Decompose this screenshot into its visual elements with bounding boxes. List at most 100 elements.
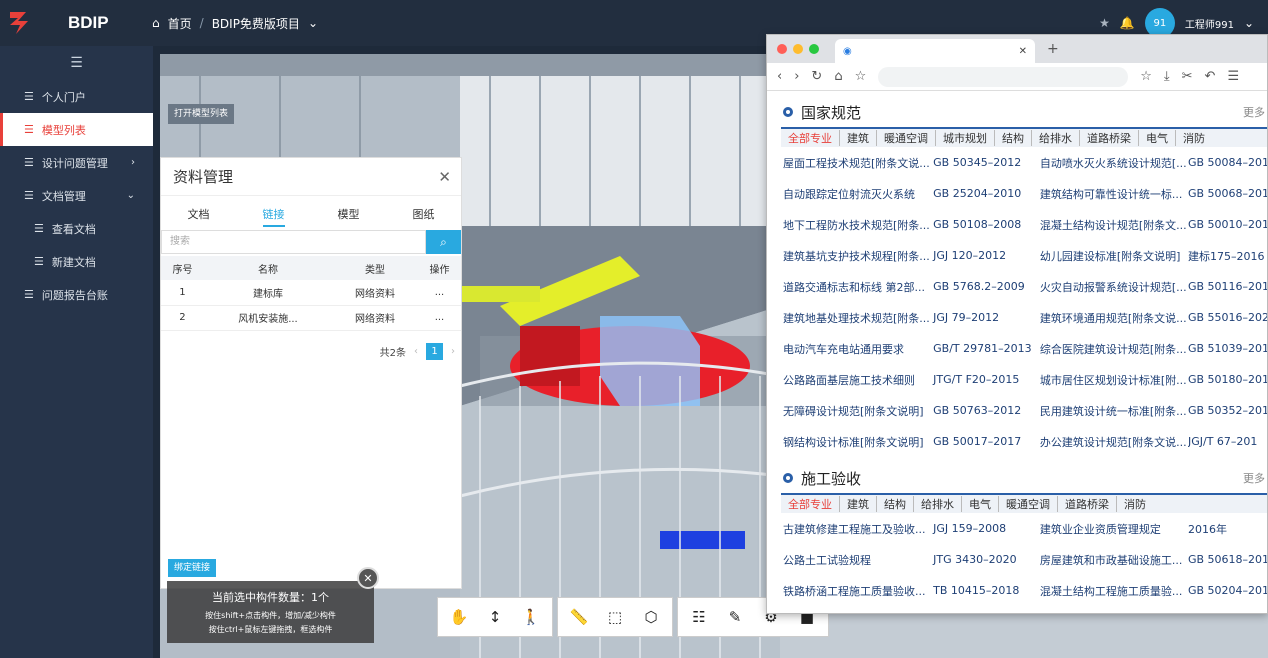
standard-code[interactable]: JTG 3430–2020: [931, 553, 1040, 566]
table-row[interactable]: 1 建标库 网络资料 ...: [161, 280, 461, 306]
user-name[interactable]: 工程师991: [1185, 16, 1234, 31]
standard-code[interactable]: 2016年: [1188, 521, 1267, 537]
window-minimize-icon[interactable]: [793, 44, 803, 54]
window-close-icon[interactable]: [777, 44, 787, 54]
breadcrumb-home[interactable]: 首页: [168, 15, 192, 32]
page-number[interactable]: 1: [426, 342, 443, 360]
standard-name-link[interactable]: 电动汽车充电站通用要求: [783, 341, 931, 357]
standard-name-link[interactable]: 铁路桥涵工程施工质量验收...: [783, 583, 931, 599]
standard-name-link[interactable]: 城市居住区规划设计标准[附...: [1040, 372, 1188, 388]
menu-toggle-icon[interactable]: ☰: [0, 46, 153, 80]
category-tab[interactable]: 消防: [1176, 130, 1212, 146]
standard-name-link[interactable]: 建筑结构可靠性设计统一标...: [1040, 186, 1188, 202]
standard-name-link[interactable]: 建筑环境通用规范[附条文说...: [1040, 310, 1188, 326]
standard-name-link[interactable]: 地下工程防水技术规范[附条...: [783, 217, 931, 233]
standard-code[interactable]: GB/T 29781–2013: [931, 342, 1040, 355]
standard-name-link[interactable]: 建筑地基处理技术规范[附条...: [783, 310, 931, 326]
standard-name-link[interactable]: 民用建筑设计统一标准[附条...: [1040, 403, 1188, 419]
table-row[interactable]: 2 风机安装施... 网络资料 ...: [161, 305, 461, 331]
standard-code[interactable]: GB 50763–2012: [931, 404, 1040, 417]
row-actions[interactable]: ...: [417, 280, 461, 306]
standard-code[interactable]: GB 50010–201: [1188, 218, 1267, 231]
standard-code[interactable]: GB 50345–2012: [931, 156, 1040, 169]
open-model-list-button[interactable]: 打开模型列表: [168, 104, 235, 124]
close-icon[interactable]: ✕: [438, 168, 451, 186]
category-tab[interactable]: 道路桥梁: [1058, 496, 1117, 512]
standard-name-link[interactable]: 自动喷水灭火系统设计规范[...: [1040, 155, 1188, 171]
undo-icon[interactable]: ↶: [1205, 69, 1216, 84]
forward-icon[interactable]: ›: [794, 69, 799, 84]
standard-code[interactable]: GB 55016–202: [1188, 311, 1267, 324]
category-tab[interactable]: 电气: [1139, 130, 1176, 146]
menu-icon[interactable]: ☰: [1227, 69, 1239, 84]
app-logo[interactable]: [0, 0, 40, 46]
sidebar-item-portal[interactable]: ☰ 个人门户: [0, 80, 153, 113]
walk-person-icon[interactable]: 🚶: [516, 602, 546, 632]
back-icon[interactable]: ‹: [777, 69, 782, 84]
sidebar-item-design-issues[interactable]: ☰ 设计问题管理 ›: [0, 146, 153, 179]
measure-ruler-icon[interactable]: 📏: [564, 602, 594, 632]
category-tab[interactable]: 全部专业: [781, 130, 840, 146]
download-icon[interactable]: ⤓: [1164, 69, 1170, 84]
browser-tab[interactable]: ◉ ✕: [835, 39, 1035, 63]
sidebar-item-new-doc[interactable]: ☰ 新建文档: [0, 245, 153, 278]
standard-code[interactable]: GB 50180–201: [1188, 373, 1267, 386]
sidebar-item-view-docs[interactable]: ☰ 查看文档: [0, 212, 153, 245]
standard-code[interactable]: 建标175–2016: [1188, 248, 1267, 264]
standard-code[interactable]: TB 10415–2018: [931, 584, 1040, 597]
standard-code[interactable]: GB 50084–201: [1188, 156, 1267, 169]
home-icon[interactable]: ⌂: [834, 69, 842, 84]
standard-code[interactable]: JTG/T F20–2015: [931, 373, 1040, 386]
standard-name-link[interactable]: 自动跟踪定位射流灭火系统: [783, 186, 931, 202]
standard-code[interactable]: JGJ 120–2012: [931, 249, 1040, 262]
reload-icon[interactable]: ↻: [811, 69, 822, 84]
category-tab[interactable]: 消防: [1117, 496, 1153, 512]
sidebar-item-documents[interactable]: ☰ 文档管理 ⌄: [0, 179, 153, 212]
bind-link-button[interactable]: 绑定链接: [168, 559, 217, 577]
standard-name-link[interactable]: 建筑业企业资质管理规定: [1040, 521, 1188, 537]
standard-name-link[interactable]: 公路土工试验规程: [783, 552, 931, 568]
new-tab-icon[interactable]: +: [1047, 41, 1059, 57]
standard-code[interactable]: GB 50352–201: [1188, 404, 1267, 417]
home-icon[interactable]: ⌂: [152, 16, 160, 30]
bell-icon[interactable]: 🔔: [1120, 16, 1135, 30]
address-bar[interactable]: [878, 66, 1129, 87]
category-tab[interactable]: 暖通空调: [999, 496, 1058, 512]
category-tab[interactable]: 暖通空调: [877, 130, 936, 146]
standard-name-link[interactable]: 房屋建筑和市政基础设施工...: [1040, 552, 1188, 568]
category-tab[interactable]: 全部专业: [781, 496, 840, 512]
standard-code[interactable]: JGJ/T 67–201: [1188, 435, 1267, 448]
standard-name-link[interactable]: 综合医院建筑设计规范[附条...: [1040, 341, 1188, 357]
standard-name-link[interactable]: 幼儿园建设标准[附条文说明]: [1040, 248, 1188, 264]
properties-icon[interactable]: ✎: [720, 602, 750, 632]
close-tab-icon[interactable]: ✕: [1019, 46, 1027, 57]
category-tab[interactable]: 结构: [877, 496, 914, 512]
standard-code[interactable]: GB 25204–2010: [931, 187, 1040, 200]
category-tab[interactable]: 电气: [962, 496, 999, 512]
project-selector[interactable]: BDIP免费版项目: [212, 15, 300, 32]
standard-code[interactable]: GB 50017–2017: [931, 435, 1040, 448]
category-tab[interactable]: 给排水: [1032, 130, 1080, 146]
standard-code[interactable]: GB 5768.2–2009: [931, 280, 1040, 293]
tab-links[interactable]: 链接: [236, 200, 311, 230]
bookmark-star-icon[interactable]: ☆: [855, 69, 867, 84]
cut-icon[interactable]: ✂: [1182, 69, 1193, 84]
standard-code[interactable]: JGJ 159–2008: [931, 522, 1040, 535]
window-maximize-icon[interactable]: [809, 44, 819, 54]
standard-name-link[interactable]: 火灾自动报警系统设计规范[...: [1040, 279, 1188, 295]
cube-view-icon[interactable]: ⬡: [636, 602, 666, 632]
search-input[interactable]: 搜索: [161, 230, 426, 254]
standard-name-link[interactable]: 混凝土结构工程施工质量验...: [1040, 583, 1188, 599]
search-button[interactable]: ⌕: [426, 230, 461, 254]
star-icon[interactable]: ★: [1099, 16, 1110, 30]
category-tab[interactable]: 建筑: [840, 130, 877, 146]
zoom-arrows-icon[interactable]: ↕: [480, 602, 510, 632]
category-tab[interactable]: 建筑: [840, 496, 877, 512]
standard-name-link[interactable]: 道路交通标志和标线 第2部...: [783, 279, 931, 295]
close-icon[interactable]: ✕: [357, 567, 379, 589]
more-link[interactable]: 更多: [1243, 470, 1265, 486]
standard-name-link[interactable]: 钢结构设计标准[附条文说明]: [783, 434, 931, 450]
standard-name-link[interactable]: 公路路面基层施工技术细则: [783, 372, 931, 388]
sidebar-item-issue-ledger[interactable]: ☰ 问题报告台账: [0, 278, 153, 311]
favorite-icon[interactable]: ☆: [1140, 69, 1152, 84]
